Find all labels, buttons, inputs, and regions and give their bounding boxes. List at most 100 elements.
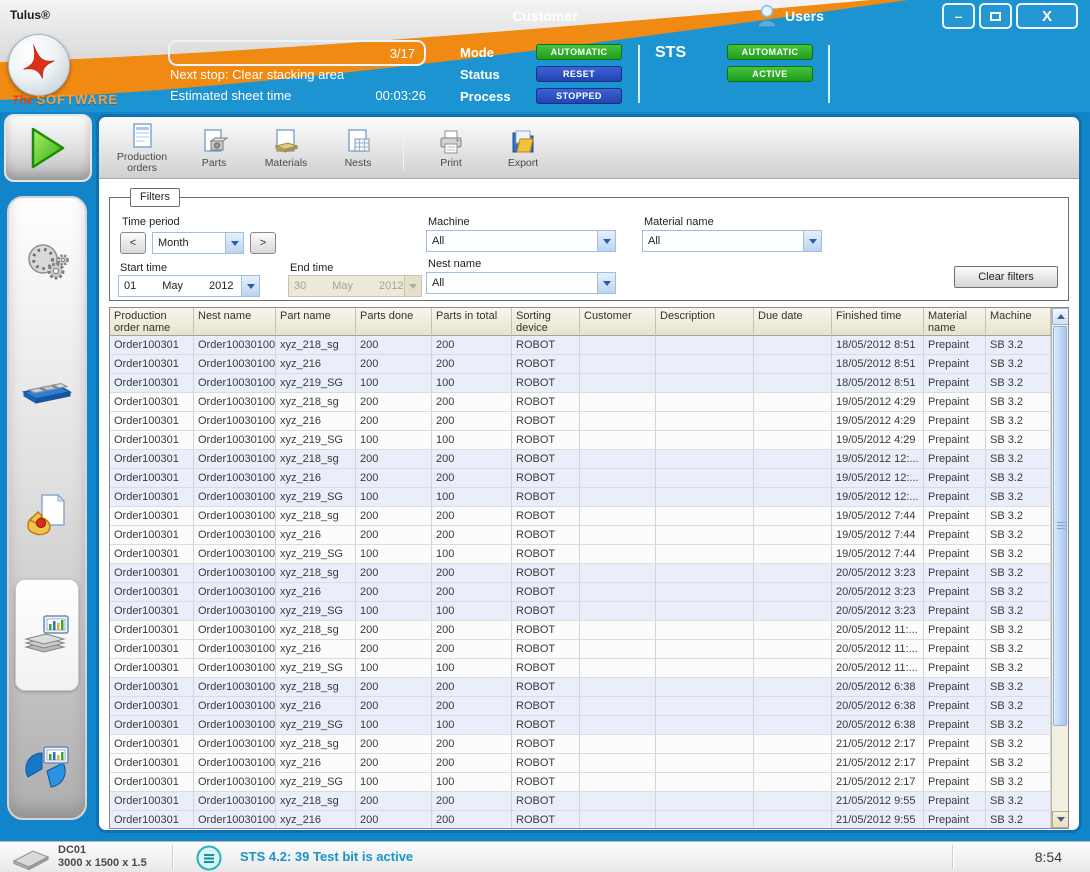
users-button[interactable]: Users xyxy=(756,4,824,28)
message-list-icon[interactable] xyxy=(196,845,222,871)
table-cell: 200 xyxy=(356,564,432,583)
table-cell: Order100301001 xyxy=(194,811,276,829)
table-cell xyxy=(656,716,754,735)
scrollbar-thumb[interactable] xyxy=(1053,326,1067,726)
sidebar-item-manual-sorting[interactable] xyxy=(19,488,75,544)
sidebar-item-statistics[interactable] xyxy=(19,738,75,794)
close-button[interactable]: X xyxy=(1016,3,1078,29)
column-header[interactable]: Sorting device xyxy=(512,308,580,336)
column-header[interactable]: Description xyxy=(656,308,754,336)
table-row[interactable]: Order100301Order100301001xyz_216200200RO… xyxy=(110,640,1051,659)
table-row[interactable]: Order100301Order100301001xyz_216200200RO… xyxy=(110,583,1051,602)
start-time-select[interactable]: 01 May 2012 xyxy=(118,275,260,297)
toolbar-parts-button[interactable]: Parts xyxy=(181,127,247,169)
scroll-down-button[interactable] xyxy=(1052,811,1069,828)
scroll-up-button[interactable] xyxy=(1052,308,1069,325)
sidebar-item-reports-selected[interactable] xyxy=(15,579,79,691)
table-row[interactable]: Order100301Order100301001xyz_216200200RO… xyxy=(110,526,1051,545)
table-row[interactable]: Order100301Order100301001xyz_218_sg20020… xyxy=(110,621,1051,640)
table-cell: xyz_219_SG xyxy=(276,431,356,450)
table-row[interactable]: Order100301Order100301001xyz_218_sg20020… xyxy=(110,507,1051,526)
table-cell: Prepaint xyxy=(924,621,986,640)
sidebar-item-machine[interactable] xyxy=(19,360,75,416)
table-row[interactable]: Order100301Order100301001xyz_219_SG10010… xyxy=(110,773,1051,792)
column-header[interactable]: Machine xyxy=(986,308,1051,336)
table-row[interactable]: Order100301Order100301001xyz_219_SG10010… xyxy=(110,659,1051,678)
table-cell: 200 xyxy=(356,412,432,431)
maximize-button[interactable] xyxy=(979,3,1012,29)
table-row[interactable]: Order100301Order100301001xyz_216200200RO… xyxy=(110,754,1051,773)
sidebar-item-tools[interactable] xyxy=(19,236,75,292)
clear-filters-button[interactable]: Clear filters xyxy=(954,266,1058,288)
table-row[interactable]: Order100301Order100301001xyz_218_sg20020… xyxy=(110,735,1051,754)
table-cell xyxy=(580,754,656,773)
column-header[interactable]: Customer xyxy=(580,308,656,336)
table-cell: 200 xyxy=(432,469,512,488)
table-row[interactable]: Order100301Order100301001xyz_216200200RO… xyxy=(110,811,1051,829)
table-cell xyxy=(656,564,754,583)
column-header[interactable]: Finished time xyxy=(832,308,924,336)
table-row[interactable]: Order100301Order100301001xyz_218_sg20020… xyxy=(110,336,1051,355)
clear-filters-label: Clear filters xyxy=(978,271,1034,283)
column-header[interactable]: Parts done xyxy=(356,308,432,336)
table-row[interactable]: Order100301Order100301001xyz_218_sg20020… xyxy=(110,450,1051,469)
table-row[interactable]: Order100301Order100301001xyz_219_SG10010… xyxy=(110,545,1051,564)
column-header[interactable]: Part name xyxy=(276,308,356,336)
table-row[interactable]: Order100301Order100301001xyz_218_sg20020… xyxy=(110,678,1051,697)
column-header[interactable]: Production order name xyxy=(110,308,194,336)
column-header[interactable]: Material name xyxy=(924,308,986,336)
nest-name-select[interactable]: All xyxy=(426,272,616,294)
sts-mode-badge: AUTOMATIC xyxy=(727,44,813,60)
table-cell xyxy=(754,583,832,602)
table-row[interactable]: Order100301Order100301001xyz_219_SG10010… xyxy=(110,602,1051,621)
column-header[interactable]: Due date xyxy=(754,308,832,336)
table-cell: Prepaint xyxy=(924,469,986,488)
table-cell: 200 xyxy=(432,754,512,773)
table-row[interactable]: Order100301Order100301001xyz_219_SG10010… xyxy=(110,431,1051,450)
table-cell: xyz_219_SG xyxy=(276,773,356,792)
start-year: 2012 xyxy=(209,280,233,292)
table-cell: Order100301001 xyxy=(194,716,276,735)
table-cell: 18/05/2012 8:51 xyxy=(832,336,924,355)
table-cell xyxy=(580,564,656,583)
table-row[interactable]: Order100301Order100301001xyz_219_SG10010… xyxy=(110,488,1051,507)
table-cell xyxy=(754,488,832,507)
toolbar-production-orders-button[interactable]: Production orders xyxy=(109,121,175,174)
minimize-button[interactable]: – xyxy=(942,3,975,29)
toolbar-export-button[interactable]: Export xyxy=(490,127,556,169)
table-cell: 200 xyxy=(432,336,512,355)
table-row[interactable]: Order100301Order100301001xyz_219_SG10010… xyxy=(110,716,1051,735)
start-button[interactable] xyxy=(4,114,92,182)
table-cell: 200 xyxy=(356,450,432,469)
time-period-select[interactable]: Month xyxy=(152,232,244,254)
table-row[interactable]: Order100301Order100301001xyz_218_sg20020… xyxy=(110,792,1051,811)
column-header[interactable]: Parts in total xyxy=(432,308,512,336)
previous-period-button[interactable]: < xyxy=(120,232,146,254)
table-row[interactable]: Order100301Order100301001xyz_216200200RO… xyxy=(110,469,1051,488)
table-cell: SB 3.2 xyxy=(986,735,1051,754)
table-cell: Prepaint xyxy=(924,773,986,792)
toolbar: Production orders Parts xyxy=(99,117,1079,179)
material-select[interactable]: All xyxy=(642,230,822,252)
table-row[interactable]: Order100301Order100301001xyz_218_sg20020… xyxy=(110,564,1051,583)
thumb-grip xyxy=(1057,522,1065,530)
table-row[interactable]: Order100301Order100301001xyz_216200200RO… xyxy=(110,355,1051,374)
toolbar-nests-button[interactable]: Nests xyxy=(325,127,391,169)
table-row[interactable]: Order100301Order100301001xyz_216200200RO… xyxy=(110,697,1051,716)
machine-select[interactable]: All xyxy=(426,230,616,252)
next-period-button[interactable]: > xyxy=(250,232,276,254)
table-row[interactable]: Order100301Order100301001xyz_218_sg20020… xyxy=(110,393,1051,412)
sts-divider xyxy=(828,45,830,103)
toolbar-materials-button[interactable]: Materials xyxy=(253,127,319,169)
table-row[interactable]: Order100301Order100301001xyz_219_SG10010… xyxy=(110,374,1051,393)
table-cell: ROBOT xyxy=(512,450,580,469)
toolbar-print-button[interactable]: Print xyxy=(418,127,484,169)
table-cell: xyz_218_sg xyxy=(276,678,356,697)
table-cell xyxy=(656,735,754,754)
table-cell xyxy=(656,659,754,678)
table-cell: ROBOT xyxy=(512,545,580,564)
table-row[interactable]: Order100301Order100301001xyz_216200200RO… xyxy=(110,412,1051,431)
table-cell: 21/05/2012 2:17 xyxy=(832,754,924,773)
column-header[interactable]: Nest name xyxy=(194,308,276,336)
vertical-scrollbar[interactable] xyxy=(1051,308,1068,828)
